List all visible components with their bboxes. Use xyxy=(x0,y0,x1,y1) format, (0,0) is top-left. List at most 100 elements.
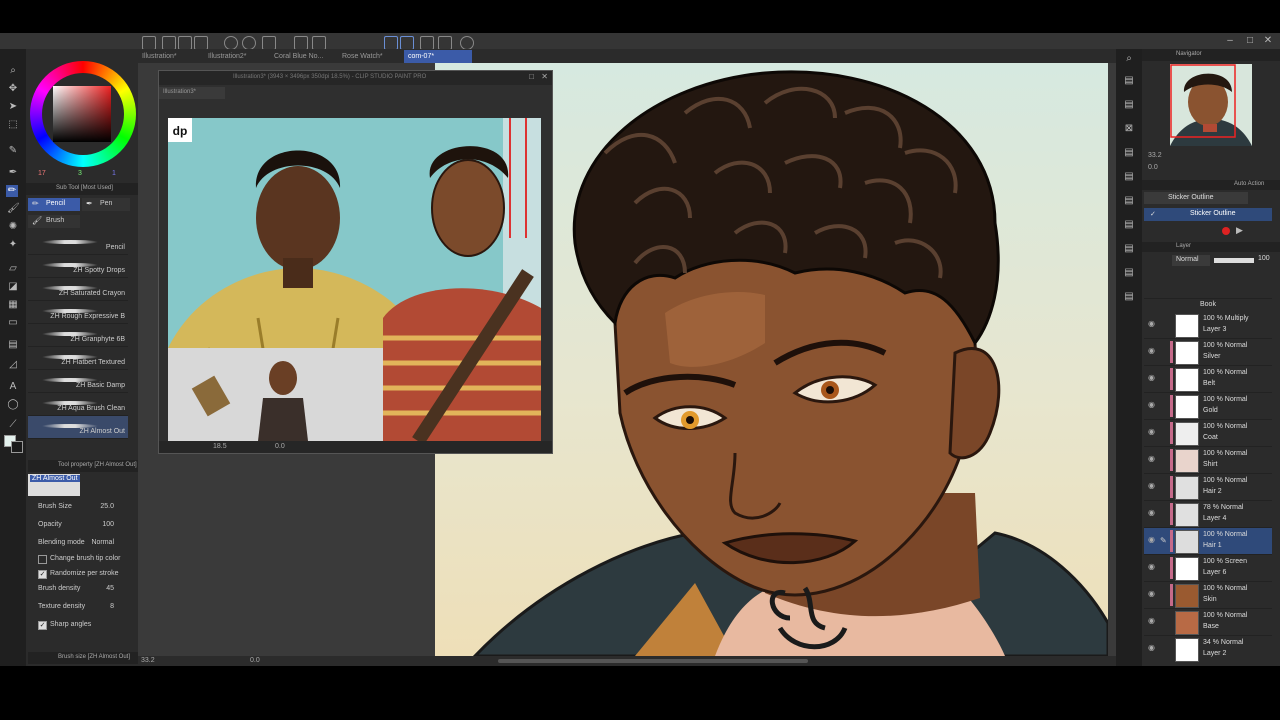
subtool-tab-pencil[interactable]: ✏ Pencil xyxy=(28,198,80,211)
brush-item[interactable]: ZH Basic Damp xyxy=(28,370,128,393)
layer-opacity-value[interactable]: 100 xyxy=(1258,255,1270,262)
redo-icon[interactable] xyxy=(242,36,256,50)
help-icon[interactable] xyxy=(460,36,474,50)
auto-action-item[interactable]: ✓ Sticker Outline xyxy=(1144,208,1272,221)
layer-row-selected[interactable]: ◉ ✎ 100 % Normal Hair 1 xyxy=(1144,528,1272,555)
eraser-icon[interactable]: ▱ xyxy=(7,263,19,275)
snap-icon[interactable] xyxy=(400,36,414,50)
brush-item[interactable]: ZH Rough Expressive B xyxy=(28,301,128,324)
text-icon[interactable]: A xyxy=(7,381,19,393)
layer-row[interactable]: ◉ 34 % Normal Layer 2 xyxy=(1144,636,1272,664)
window-close-icon[interactable]: ✕ xyxy=(541,72,548,81)
canvas-angle-value[interactable]: 0.0 xyxy=(250,657,260,664)
document-tab[interactable]: Illustration* xyxy=(138,50,181,63)
document-tab[interactable]: Illustration2* xyxy=(204,50,251,63)
selection-icon[interactable]: ⬚ xyxy=(7,119,19,131)
eye-icon[interactable]: ◉ xyxy=(1148,563,1158,571)
subtool-tab-pen[interactable]: ✒ Pen xyxy=(82,198,130,211)
change-tip-color-row[interactable]: Change brush tip color xyxy=(36,552,128,566)
layer-row[interactable]: ◉ 100 % Normal Shirt xyxy=(1144,447,1272,474)
reference-angle[interactable]: 0.0 xyxy=(275,443,285,450)
eye-icon[interactable]: ◉ xyxy=(1148,455,1158,463)
prop-value[interactable]: 45 xyxy=(106,582,114,596)
maximize-icon[interactable]: □ xyxy=(1244,35,1256,47)
pen-lock-icon[interactable]: ✎ xyxy=(1160,536,1167,545)
airbrush-icon[interactable]: ✺ xyxy=(7,221,19,233)
reference-window[interactable]: Illustration3* (3943 × 3496px 350dpi 18.… xyxy=(158,70,553,454)
layer-row[interactable]: ◉ 100 % Normal Base xyxy=(1144,609,1272,636)
saturation-value-square[interactable] xyxy=(53,86,111,142)
eye-icon[interactable]: ◉ xyxy=(1148,617,1158,625)
pencil-tool-icon[interactable]: ✏ xyxy=(6,185,18,197)
navigator-angle[interactable]: 0.0 xyxy=(1148,164,1158,171)
document-tab-active[interactable]: com-07* xyxy=(404,50,472,63)
layer-row[interactable]: ◉ 100 % Normal Coat xyxy=(1144,420,1272,447)
transform-icon[interactable] xyxy=(262,36,276,50)
checkbox-icon[interactable] xyxy=(38,555,47,564)
grid-icon[interactable] xyxy=(438,36,452,50)
panel-icon[interactable]: ▤ xyxy=(1123,267,1135,279)
pen-tool-icon[interactable]: ✒ xyxy=(7,167,19,179)
eye-icon[interactable]: ◉ xyxy=(1148,401,1158,409)
close-panel-icon[interactable]: ⊠ xyxy=(1123,123,1135,135)
brush-tool-icon[interactable]: 🖌 xyxy=(7,203,20,215)
layer-blend-select[interactable]: Normal xyxy=(1172,255,1210,266)
sub-color-swatch[interactable] xyxy=(11,441,23,453)
export-icon[interactable] xyxy=(194,36,208,50)
search-icon[interactable]: ⌕ xyxy=(1123,53,1135,65)
eye-icon[interactable]: ◉ xyxy=(1148,644,1158,652)
pen-pressure-icon[interactable] xyxy=(420,36,434,50)
brush-item[interactable]: Pencil xyxy=(28,232,128,255)
layer-row[interactable]: ◉ 100 % Normal Gold xyxy=(1144,393,1272,420)
eye-icon[interactable]: ◉ xyxy=(1148,509,1158,517)
save-icon[interactable] xyxy=(178,36,192,50)
eye-icon[interactable]: ◉ xyxy=(1148,347,1158,355)
close-icon[interactable]: ✕ xyxy=(1262,35,1274,47)
frame-icon[interactable]: ▤ xyxy=(7,339,19,351)
eye-icon[interactable]: ◉ xyxy=(1148,482,1158,490)
brush-item[interactable]: ZH Aqua Brush Clean xyxy=(28,393,128,416)
sharp-angles-row[interactable]: ✓ Sharp angles xyxy=(36,618,128,632)
panel-icon[interactable]: ▤ xyxy=(1123,75,1135,87)
auto-action-set-select[interactable]: Sticker Outline xyxy=(1144,192,1248,204)
navigator-preview[interactable] xyxy=(1170,64,1252,146)
panel-icon[interactable]: ▤ xyxy=(1123,195,1135,207)
reference-image[interactable]: dp xyxy=(168,118,541,441)
brush-density-row[interactable]: Brush density 45 xyxy=(36,582,128,596)
prop-value[interactable]: Normal xyxy=(91,536,114,550)
blending-mode-row[interactable]: Blending mode Normal xyxy=(36,536,128,550)
eyedropper-icon[interactable]: ✎ xyxy=(7,145,19,157)
record-icon[interactable] xyxy=(1222,227,1230,235)
eye-icon[interactable]: ◉ xyxy=(1148,536,1158,544)
document-tab[interactable]: Coral Blue No... xyxy=(270,50,327,63)
brush-item[interactable]: ZH Spotty Drops xyxy=(28,255,128,278)
zoom-icon[interactable]: ⌕ xyxy=(7,65,19,77)
move-icon[interactable]: ✥ xyxy=(7,83,19,95)
panel-icon[interactable]: ▤ xyxy=(1123,99,1135,111)
reference-tab[interactable]: Illustration3* xyxy=(159,87,225,99)
randomize-row[interactable]: ✓ Randomize per stroke xyxy=(36,567,128,581)
minimize-icon[interactable]: – xyxy=(1224,35,1236,47)
checkbox-checked-icon[interactable]: ✓ xyxy=(1150,210,1156,218)
texture-density-row[interactable]: Texture density 8 xyxy=(36,600,128,614)
panel-icon[interactable]: ▤ xyxy=(1123,147,1135,159)
eye-icon[interactable]: ◉ xyxy=(1148,428,1158,436)
checkbox-checked-icon[interactable]: ✓ xyxy=(38,621,47,630)
prop-value[interactable]: 8 xyxy=(110,600,114,614)
fill-tool-icon[interactable]: ◪ xyxy=(7,281,19,293)
select-icon[interactable] xyxy=(312,36,326,50)
reference-window-titlebar[interactable]: Illustration3* (3943 × 3496px 350dpi 18.… xyxy=(159,71,552,85)
undo-icon[interactable] xyxy=(224,36,238,50)
subtool-tab-brush[interactable]: 🖌 Brush xyxy=(28,215,80,228)
layer-row[interactable]: ◉ 78 % Normal Layer 4 xyxy=(1144,501,1272,528)
canvas-zoom-value[interactable]: 33.2 xyxy=(141,657,155,664)
new-file-icon[interactable] xyxy=(142,36,156,50)
panel-icon[interactable]: ▤ xyxy=(1123,171,1135,183)
brush-item[interactable]: ZH Granphyte 6B xyxy=(28,324,128,347)
correct-line-icon[interactable]: ⟋ xyxy=(7,419,19,431)
brush-item[interactable]: ZH Saturated Crayon xyxy=(28,278,128,301)
opacity-row[interactable]: Opacity 100 xyxy=(36,518,128,532)
navigator-zoom[interactable]: 33.2 xyxy=(1148,152,1162,159)
layer-row[interactable]: ◉ 100 % Normal Belt xyxy=(1144,366,1272,393)
ruler-icon[interactable] xyxy=(384,36,398,50)
